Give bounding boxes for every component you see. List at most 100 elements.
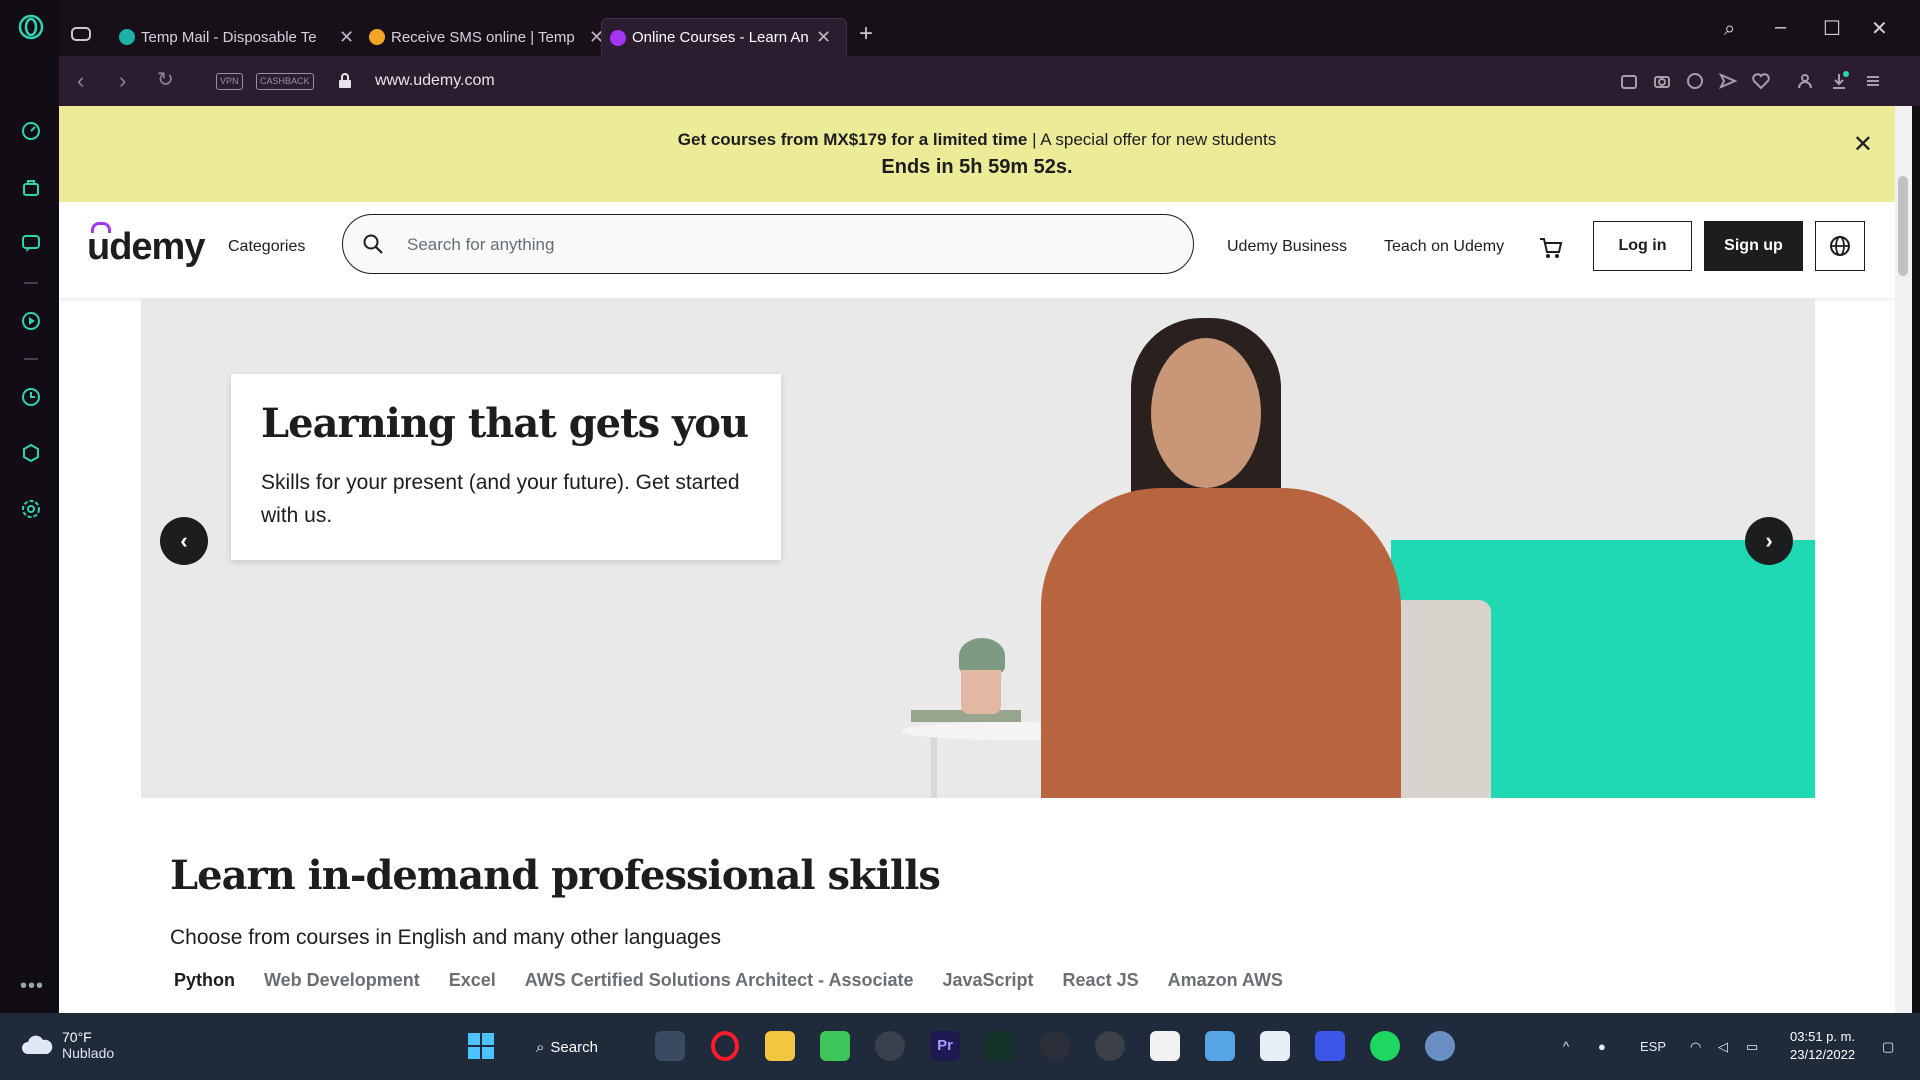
skill-tab-excel[interactable]: Excel bbox=[449, 970, 496, 991]
tab-temp-mail[interactable]: Temp Mail - Disposable Te ✕ bbox=[111, 18, 363, 56]
microphone-icon[interactable]: ● bbox=[1598, 1039, 1606, 1054]
chevron-up-icon[interactable]: ^ bbox=[1563, 1039, 1569, 1054]
opera-taskbar-icon[interactable] bbox=[710, 1031, 740, 1061]
wifi-icon[interactable]: ◠ bbox=[1690, 1039, 1701, 1055]
close-tab-icon[interactable]: ✕ bbox=[339, 27, 354, 48]
skill-tab-javascript[interactable]: JavaScript bbox=[942, 970, 1033, 991]
share-icon[interactable] bbox=[1619, 71, 1639, 91]
messenger-icon[interactable] bbox=[20, 232, 42, 254]
language-indicator[interactable]: ESP bbox=[1640, 1039, 1666, 1054]
sidebar-more-icon[interactable]: ••• bbox=[20, 975, 44, 998]
categories-link[interactable]: Categories bbox=[228, 238, 305, 256]
skill-tab-react-js[interactable]: React JS bbox=[1063, 970, 1139, 991]
search-bar[interactable] bbox=[342, 214, 1194, 274]
camtasia-icon[interactable] bbox=[820, 1031, 850, 1061]
bag-icon[interactable] bbox=[20, 176, 42, 198]
address-bar: ‹ › ↻ VPN CASHBACK www.udemy.com bbox=[59, 56, 1920, 106]
tab-title: Temp Mail - Disposable Te bbox=[141, 28, 317, 46]
skill-tab-amazon-aws[interactable]: Amazon AWS bbox=[1168, 970, 1283, 991]
date: 23/12/2022 bbox=[1790, 1047, 1856, 1062]
weather-widget[interactable]: 70°F Nublado bbox=[20, 1029, 114, 1061]
skill-tab-python[interactable]: Python bbox=[174, 970, 235, 991]
premiere-icon[interactable]: Pr bbox=[930, 1031, 960, 1061]
sidebar-divider bbox=[24, 282, 38, 284]
new-tab-button[interactable]: + bbox=[859, 20, 873, 48]
notes-icon[interactable] bbox=[1315, 1031, 1345, 1061]
skill-tab-aws-architect[interactable]: AWS Certified Solutions Architect - Asso… bbox=[525, 970, 914, 991]
udemy-logo[interactable]: udemy bbox=[87, 222, 205, 269]
url-field[interactable]: www.udemy.com bbox=[375, 72, 495, 90]
settings-icon[interactable] bbox=[1425, 1031, 1455, 1061]
battery-icon[interactable]: ▭ bbox=[1746, 1039, 1758, 1055]
capcut-icon[interactable] bbox=[1150, 1031, 1180, 1061]
hero-carousel: Learning that gets you Skills for your p… bbox=[141, 298, 1815, 798]
tab-udemy[interactable]: Online Courses - Learn An ✕ bbox=[601, 18, 847, 56]
obs-icon[interactable] bbox=[875, 1031, 905, 1061]
search-icon: ⌕ bbox=[536, 1038, 545, 1056]
login-button[interactable]: Log in bbox=[1593, 221, 1692, 271]
extensions-icon[interactable] bbox=[20, 442, 42, 464]
heart-icon[interactable] bbox=[1751, 71, 1771, 91]
camera-icon[interactable] bbox=[1652, 71, 1672, 91]
reload-icon[interactable]: ↻ bbox=[157, 67, 174, 92]
forward-icon[interactable]: › bbox=[119, 68, 126, 94]
vpn-badge[interactable]: VPN bbox=[216, 73, 243, 90]
carousel-prev-button[interactable]: ‹ bbox=[160, 517, 208, 565]
page-scrollbar[interactable] bbox=[1895, 106, 1912, 1013]
profile-icon[interactable] bbox=[1795, 71, 1815, 91]
window-edge bbox=[1912, 106, 1920, 1013]
maximize-icon[interactable]: ☐ bbox=[1823, 16, 1841, 41]
skill-tabs: Python Web Development Excel AWS Certifi… bbox=[174, 970, 1283, 991]
file-explorer-icon[interactable] bbox=[765, 1031, 795, 1061]
skill-tab-web-development[interactable]: Web Development bbox=[264, 970, 420, 991]
notification-icon[interactable]: ▢ bbox=[1882, 1039, 1894, 1055]
close-window-icon[interactable]: ✕ bbox=[1871, 16, 1888, 41]
teach-link[interactable]: Teach on Udemy bbox=[1384, 238, 1504, 256]
download-icon[interactable] bbox=[1829, 71, 1849, 91]
globe-icon bbox=[1830, 236, 1850, 256]
carousel-next-button[interactable]: › bbox=[1745, 517, 1793, 565]
store-icon[interactable] bbox=[1260, 1031, 1290, 1061]
photos-icon[interactable] bbox=[1205, 1031, 1235, 1061]
tab-bar: Temp Mail - Disposable Te ✕ Receive SMS … bbox=[59, 0, 1920, 56]
skills-title: Learn in-demand professional skills bbox=[170, 852, 941, 899]
close-tab-icon[interactable]: ✕ bbox=[816, 27, 831, 48]
opera-sidebar: ••• bbox=[0, 0, 59, 1013]
search-input[interactable] bbox=[405, 230, 1169, 260]
tempmail-favicon-icon bbox=[119, 29, 135, 45]
taskbar-search[interactable]: ⌕ Search bbox=[536, 1033, 598, 1061]
history-icon[interactable] bbox=[20, 386, 42, 408]
send-icon[interactable] bbox=[1718, 71, 1738, 91]
time: 03:51 p. m. bbox=[1790, 1029, 1856, 1044]
close-banner-icon[interactable]: ✕ bbox=[1853, 130, 1873, 159]
spotify-icon[interactable] bbox=[1370, 1031, 1400, 1061]
cashback-badge[interactable]: CASHBACK bbox=[256, 73, 314, 90]
settings-icon[interactable] bbox=[20, 498, 42, 520]
signup-button[interactable]: Sign up bbox=[1704, 221, 1803, 271]
scrollbar-thumb[interactable] bbox=[1898, 176, 1908, 276]
weather-condition: Nublado bbox=[62, 1045, 115, 1061]
workspace-icon[interactable] bbox=[71, 26, 91, 42]
task-view-icon[interactable] bbox=[655, 1031, 685, 1061]
minimize-icon[interactable]: – bbox=[1775, 16, 1786, 39]
tab-title: Receive SMS online | Temp bbox=[391, 28, 575, 46]
chrome-icon[interactable] bbox=[1095, 1031, 1125, 1061]
app-icon[interactable] bbox=[985, 1031, 1015, 1061]
search-icon[interactable] bbox=[361, 232, 385, 256]
opera-logo-icon[interactable] bbox=[18, 14, 44, 40]
adblock-icon[interactable] bbox=[1685, 71, 1705, 91]
speed-dial-icon[interactable] bbox=[20, 120, 42, 142]
language-button[interactable] bbox=[1815, 221, 1865, 271]
udemy-favicon-icon bbox=[610, 29, 626, 46]
tab-search-icon[interactable]: ⌕ bbox=[1724, 18, 1735, 41]
volume-icon[interactable]: ◁ bbox=[1718, 1039, 1728, 1055]
cart-icon[interactable] bbox=[1537, 234, 1565, 262]
lock-icon[interactable] bbox=[338, 73, 352, 89]
player-icon[interactable] bbox=[20, 310, 42, 332]
davinci-icon[interactable] bbox=[1040, 1031, 1070, 1061]
easy-setup-icon[interactable] bbox=[1863, 71, 1883, 91]
clock[interactable]: 03:51 p. m. 23/12/2022 bbox=[1790, 1028, 1855, 1064]
udemy-business-link[interactable]: Udemy Business bbox=[1227, 238, 1347, 256]
back-icon[interactable]: ‹ bbox=[77, 68, 84, 94]
windows-start-icon[interactable] bbox=[466, 1031, 496, 1061]
